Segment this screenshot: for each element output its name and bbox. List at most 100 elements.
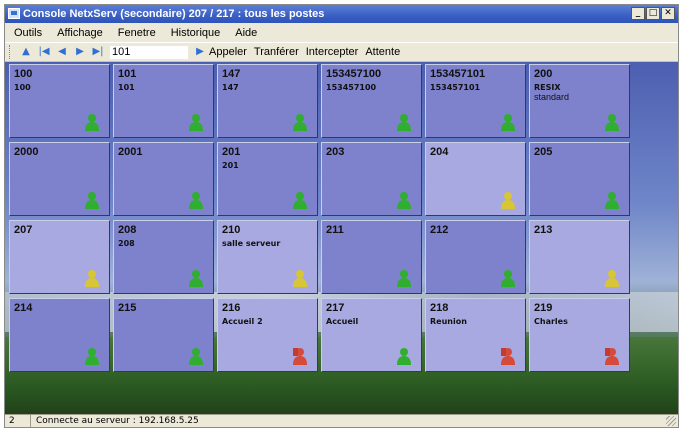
extension-number: 204 (430, 146, 449, 158)
extension-number: 201 (222, 146, 241, 158)
extension-tile[interactable]: 2000 (9, 142, 110, 216)
user-status-icon (501, 270, 515, 287)
app-icon (8, 8, 20, 19)
extension-tile[interactable]: 153457100 153457100 (321, 64, 422, 138)
extension-tile[interactable]: 208 208 (113, 220, 214, 294)
extension-tile[interactable]: 147 147 (217, 64, 318, 138)
transferer-button[interactable]: Tranférer (254, 46, 299, 58)
extension-tile[interactable]: 2001 (113, 142, 214, 216)
extension-number: 211 (326, 224, 344, 236)
extension-tile[interactable]: 211 (321, 220, 422, 294)
extension-label: 101 (118, 83, 135, 92)
extension-tile[interactable]: 100 100 (9, 64, 110, 138)
maximize-icon[interactable]: □ (646, 7, 660, 20)
extension-number: 147 (222, 68, 241, 80)
extension-label: 201 (222, 161, 239, 170)
user-status-icon (293, 348, 307, 365)
user-status-icon (189, 114, 203, 131)
extension-sublabel: standard (534, 92, 570, 102)
extension-grid: 100 100 101 101 147 147 153457100 153457100 1534… (9, 64, 630, 372)
status-count: 2 (5, 415, 31, 427)
user-status-icon (293, 192, 307, 209)
user-status-icon (397, 192, 411, 209)
extension-number: 205 (534, 146, 553, 158)
extension-number: 153457100 (326, 68, 382, 80)
extension-number: 218 (430, 302, 449, 314)
console-window: Console NetxServ (secondaire) 207 / 217 … (4, 4, 679, 428)
extension-number: 215 (118, 302, 137, 314)
menu-outils[interactable]: Outils (14, 27, 42, 39)
extension-number: 219 (534, 302, 553, 314)
minimize-icon[interactable]: _ (631, 7, 645, 20)
intercepter-button[interactable]: Intercepter (306, 46, 359, 58)
resize-grip-icon[interactable] (666, 416, 676, 426)
extension-number: 216 (222, 302, 241, 314)
user-status-icon (189, 192, 203, 209)
extension-tile[interactable]: 210 salle serveur (217, 220, 318, 294)
extension-tile[interactable]: 201 201 (217, 142, 318, 216)
extension-number: 213 (534, 224, 553, 236)
title-bar[interactable]: Console NetxServ (secondaire) 207 / 217 … (5, 5, 678, 23)
extension-tile[interactable]: 219 Charles (529, 298, 630, 372)
extension-tile[interactable]: 205 (529, 142, 630, 216)
extension-number: 200 (534, 68, 553, 80)
extension-number: 2001 (118, 146, 143, 158)
user-status-icon (605, 114, 619, 131)
extension-number: 208 (118, 224, 137, 236)
extension-tile[interactable]: 213 (529, 220, 630, 294)
extension-tile[interactable]: 212 (425, 220, 526, 294)
extension-tile[interactable]: 203 (321, 142, 422, 216)
extension-number: 100 (14, 68, 33, 80)
extension-label: 147 (222, 83, 239, 92)
extension-label: Charles (534, 317, 568, 326)
extension-number: 153457101 (430, 68, 486, 80)
extension-tile[interactable]: 214 (9, 298, 110, 372)
attente-button[interactable]: Attente (365, 46, 400, 58)
up-arrow-icon[interactable]: ▲ (17, 44, 35, 60)
extension-label: salle serveur (222, 239, 281, 248)
user-status-icon (501, 114, 515, 131)
extension-tile[interactable]: 218 Reunion (425, 298, 526, 372)
extension-tile[interactable]: 101 101 (113, 64, 214, 138)
menu-fenetre[interactable]: Fenetre (118, 27, 156, 39)
user-status-icon (501, 192, 515, 209)
prev-icon[interactable]: ◀ (53, 44, 71, 60)
extension-tile[interactable]: 216 Accueil 2 (217, 298, 318, 372)
close-icon[interactable]: ✕ (661, 7, 675, 20)
extension-tile[interactable]: 217 Accueil (321, 298, 422, 372)
extension-tile[interactable]: 200 RESIX standard (529, 64, 630, 138)
menu-affichage[interactable]: Affichage (57, 27, 103, 39)
last-icon[interactable]: ▶| (89, 44, 107, 60)
window-controls: _ □ ✕ (631, 7, 675, 20)
extension-tile[interactable]: 215 (113, 298, 214, 372)
user-status-icon (85, 192, 99, 209)
extension-label: Accueil 2 (222, 317, 263, 326)
number-input[interactable] (109, 44, 189, 60)
user-status-icon (605, 192, 619, 209)
toolbar-grip-icon[interactable] (9, 45, 12, 59)
menu-historique[interactable]: Historique (171, 27, 221, 39)
extension-number: 212 (430, 224, 449, 236)
next-icon[interactable]: ▶ (71, 44, 89, 60)
window-title: Console NetxServ (secondaire) 207 / 217 … (23, 8, 325, 20)
extension-number: 2000 (14, 146, 39, 158)
user-status-icon (85, 114, 99, 131)
extension-tile[interactable]: 153457101 153457101 (425, 64, 526, 138)
status-bar: 2 Connecte au serveur : 192.168.5.25 (5, 414, 678, 427)
user-status-icon (397, 348, 411, 365)
extensions-panel: 100 100 101 101 147 147 153457100 153457100 1534… (5, 62, 678, 416)
user-status-icon (85, 270, 99, 287)
extension-label: RESIX (534, 83, 561, 92)
extension-number: 217 (326, 302, 345, 314)
extension-tile[interactable]: 204 (425, 142, 526, 216)
go-icon[interactable]: ▶ (191, 44, 209, 60)
toolbar: ▲ |◀ ◀ ▶ ▶| ▶ Appeler Tranférer Intercep… (5, 42, 678, 62)
extension-label: 153457101 (430, 83, 481, 92)
menu-aide[interactable]: Aide (235, 27, 257, 39)
first-icon[interactable]: |◀ (35, 44, 53, 60)
status-text: Connecte au serveur : 192.168.5.25 (36, 416, 199, 426)
user-status-icon (397, 270, 411, 287)
user-status-icon (605, 270, 619, 287)
appeler-button[interactable]: Appeler (209, 46, 247, 58)
extension-tile[interactable]: 207 (9, 220, 110, 294)
